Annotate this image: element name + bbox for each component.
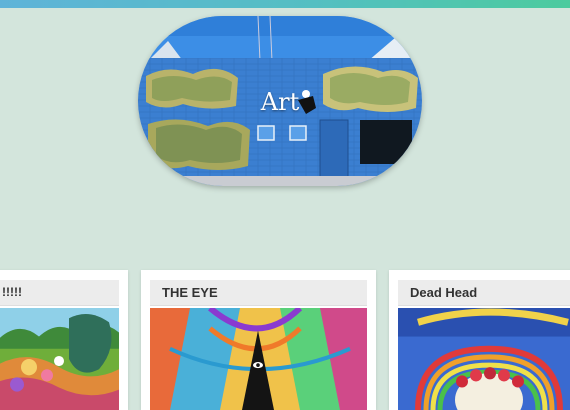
card-image[interactable] [398,308,570,410]
card-header: Dead Head [398,280,570,306]
card-title[interactable]: Dead Head [410,285,477,300]
hero-banner[interactable]: Art [138,16,422,186]
card-title[interactable]: THE EYE [162,285,218,300]
art-card-1[interactable]: !!!!! [0,270,128,410]
art-card-2[interactable]: THE EYE [141,270,376,410]
psychedelic-landscape-image [0,308,119,410]
graffiti-wall-image [138,16,422,186]
dead-head-poster-image [398,308,570,410]
card-title[interactable]: !!!!! [2,285,22,299]
card-header: THE EYE [150,280,367,306]
art-card-3[interactable]: Dead Head [389,270,570,410]
card-image[interactable] [150,308,367,410]
top-accent-bar [0,0,570,8]
card-image[interactable] [0,308,119,410]
card-header: !!!!! [0,280,119,306]
psychedelic-eye-image [150,308,367,410]
